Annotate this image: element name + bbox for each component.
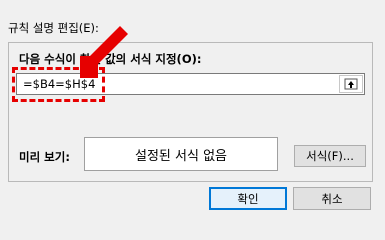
- formula-input[interactable]: [17, 74, 332, 94]
- ok-button[interactable]: 확인: [209, 187, 287, 210]
- collapse-dialog-button[interactable]: [339, 75, 363, 93]
- preview-label: 미리 보기:: [19, 150, 70, 164]
- format-preview: 설정된 서식 없음: [84, 137, 278, 171]
- format-button[interactable]: 서식(F)...: [294, 145, 366, 167]
- rule-description-group: 다음 수식이 참인 값의 서식 지정(O): 미리 보기: 설정된 서식 없음 …: [8, 42, 373, 182]
- collapse-dialog-icon: [344, 78, 358, 90]
- rule-description-title: 규칙 설명 편집(E):: [8, 21, 99, 35]
- formula-field[interactable]: [16, 73, 365, 95]
- formula-label: 다음 수식이 참인 값의 서식 지정(O):: [19, 52, 202, 66]
- cancel-button[interactable]: 취소: [293, 187, 371, 210]
